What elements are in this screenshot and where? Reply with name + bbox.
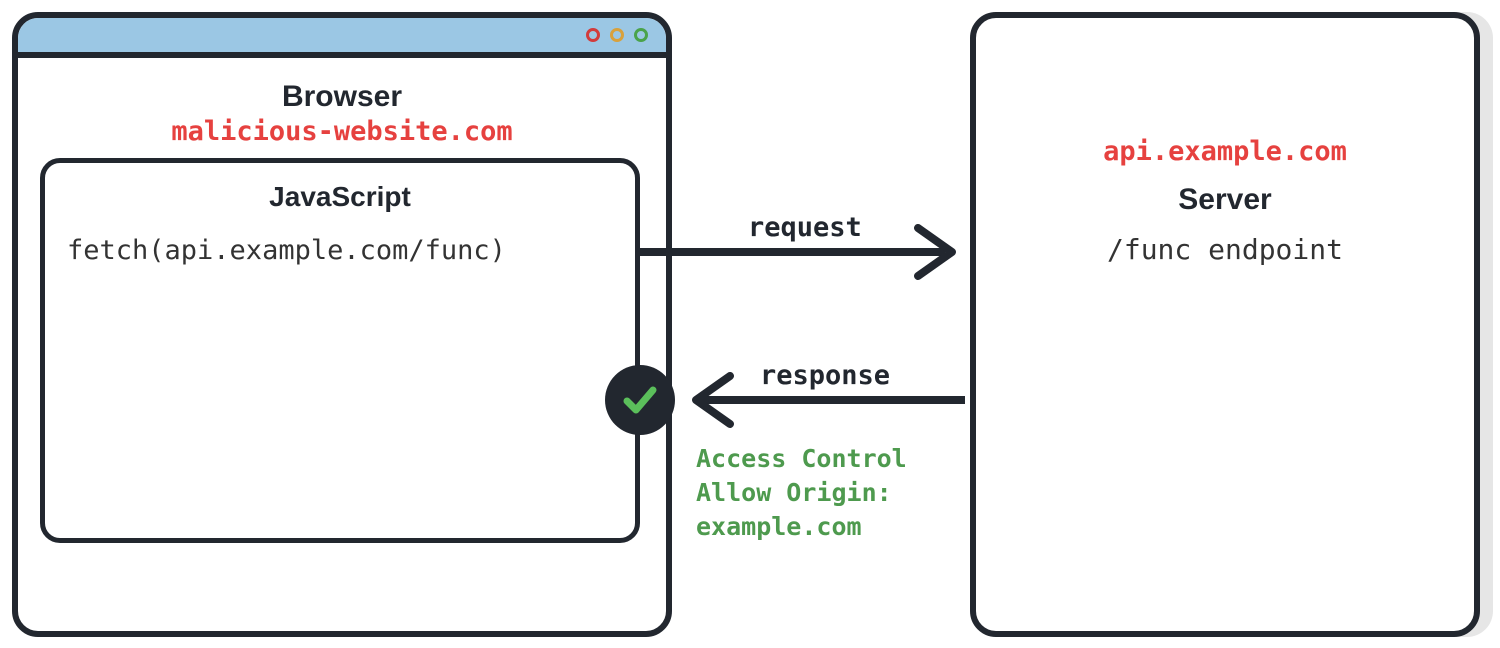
- response-header-line-2: Allow Origin:: [696, 476, 907, 510]
- response-header-text: Access Control Allow Origin: example.com: [696, 442, 907, 543]
- cors-allowed-badge: [605, 365, 675, 435]
- response-header-line-1: Access Control: [696, 442, 907, 476]
- cors-diagram: Browser malicious-website.com JavaScript…: [0, 0, 1500, 648]
- response-header-line-3: example.com: [696, 510, 907, 544]
- arrows-layer: [0, 0, 1500, 648]
- check-icon: [619, 379, 661, 421]
- request-label: request: [748, 212, 862, 243]
- response-label: response: [760, 360, 890, 391]
